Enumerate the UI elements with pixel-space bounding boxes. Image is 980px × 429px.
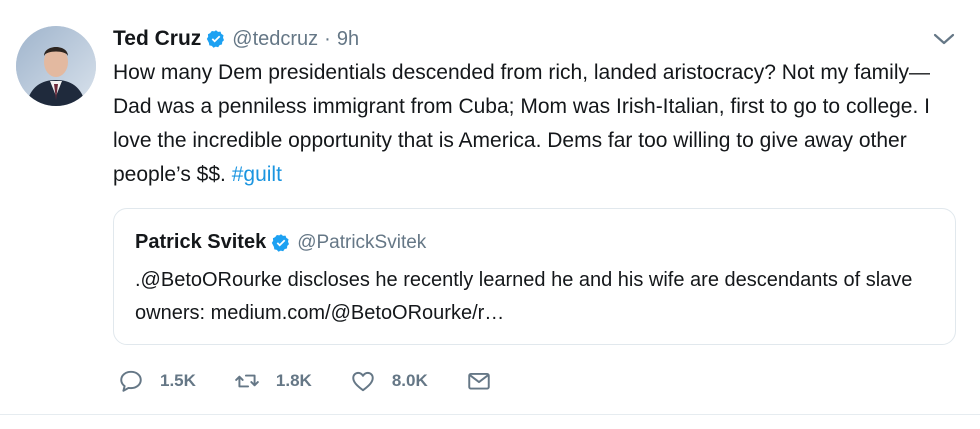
retweet-count: 1.8K	[275, 371, 312, 390]
verified-badge-icon	[207, 30, 225, 48]
tweet-text: How many Dem presidentials descended fro…	[113, 56, 963, 192]
author-handle[interactable]: @tedcruz	[232, 28, 318, 51]
quoted-tweet-text: .@BetoORourke discloses he recently lear…	[135, 269, 913, 324]
quoted-tweet-header: Patrick Svitek @PatrickSvitek	[135, 231, 426, 254]
reply-icon	[120, 370, 142, 392]
tweet-actions: 1.5K 1.8K 8.0K	[118, 368, 530, 394]
avatar[interactable]	[16, 26, 96, 106]
chevron-down-icon[interactable]	[932, 30, 956, 48]
quoted-author-name: Patrick Svitek	[135, 231, 267, 253]
retweet-icon	[235, 374, 259, 388]
envelope-icon	[468, 372, 490, 390]
avatar-image	[16, 26, 96, 106]
verified-badge-icon	[272, 233, 290, 252]
tweet-time[interactable]: 9h	[337, 28, 359, 51]
separator-dot: ·	[324, 27, 331, 50]
retweet-button[interactable]: 1.8K	[234, 368, 312, 394]
like-button[interactable]: 8.0K	[350, 368, 428, 394]
reply-count: 1.5K	[160, 371, 196, 390]
hashtag-link[interactable]: #guilt	[232, 163, 282, 186]
quoted-author-handle: @PatrickSvitek	[297, 231, 427, 253]
tweet[interactable]: Ted Cruz @tedcruz · 9h How many Dem pres…	[0, 0, 980, 418]
quoted-tweet[interactable]: Patrick Svitek @PatrickSvitek .@BetoORou…	[113, 208, 956, 345]
heart-icon	[352, 371, 374, 392]
tweet-divider	[0, 414, 980, 415]
reply-button[interactable]: 1.5K	[118, 368, 196, 394]
tweet-header: Ted Cruz @tedcruz · 9h	[113, 24, 359, 54]
like-count: 8.0K	[391, 371, 428, 390]
direct-message-button[interactable]	[466, 368, 492, 394]
author-name[interactable]: Ted Cruz	[113, 27, 201, 51]
